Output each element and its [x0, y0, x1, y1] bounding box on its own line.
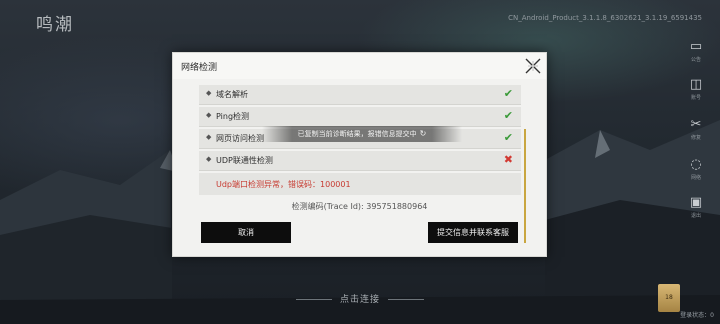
check-ok-icon: ✔ [503, 109, 513, 122]
exit-icon: ▣ [689, 195, 703, 210]
check-fail-icon: ✖ [503, 153, 513, 166]
close-icon[interactable] [523, 56, 543, 76]
tap-to-connect-hint[interactable]: 点击连接 [0, 292, 720, 305]
list-scrollbar[interactable] [524, 129, 526, 243]
repair-icon: ✂ [690, 117, 702, 132]
toast-message: 已复制当前诊断结果，报错信息提交中 [297, 130, 417, 138]
bullet-icon: ◆ [206, 89, 212, 97]
check-label: 网页访问检测 [216, 134, 264, 143]
network-button[interactable]: ◌ 网络 [686, 158, 706, 184]
account-button[interactable]: ◫ 账号 [686, 78, 706, 104]
check-label: UDP联通性检测 [216, 156, 273, 165]
announcement-icon: ▭ [689, 39, 703, 54]
account-icon: ◫ [689, 77, 703, 92]
loading-spinner-icon: ↻ [419, 129, 427, 138]
age-rating-badge: 18 [658, 284, 680, 312]
bullet-icon: ◆ [206, 133, 212, 141]
repair-caption: 修复 [690, 135, 701, 141]
exit-button[interactable]: ▣ 退出 [686, 196, 706, 222]
hint-line-left [295, 299, 332, 300]
tap-to-connect-label: 点击连接 [339, 295, 380, 305]
dialog-title: 网络检测 [181, 63, 218, 73]
network-check-dialog: 网络检测 ◆ 域名解析 ✔ ◆ Ping检测 ✔ ◆ 网页访问检测 ✔ ◆ UD… [172, 52, 547, 257]
check-item-ping: ◆ Ping检测 ✔ [199, 107, 521, 127]
copy-result-toast: 已复制当前诊断结果，报错信息提交中 ↻ [262, 126, 462, 142]
exit-caption: 退出 [690, 213, 701, 219]
hint-line-right [388, 299, 424, 300]
network-icon: ◌ [690, 157, 702, 172]
bullet-icon: ◆ [206, 111, 212, 119]
check-ok-icon: ✔ [503, 131, 513, 144]
submit-and-contact-support-button[interactable]: 提交信息并联系客服 [428, 222, 518, 243]
check-item-udp: ◆ UDP联通性检测 ✖ [199, 151, 521, 171]
login-status-label: 登录状态：0 [680, 312, 714, 319]
announcement-button[interactable]: ▭ 公告 [686, 40, 706, 66]
repair-button[interactable]: ✂ 修复 [686, 118, 706, 144]
announcement-caption: 公告 [690, 57, 701, 63]
error-detail-box: Udp端口检测异常，错误码：100001 [199, 173, 521, 195]
bullet-icon: ◆ [206, 155, 212, 163]
check-ok-icon: ✔ [503, 87, 513, 100]
game-logo: 鸣潮 [36, 15, 74, 35]
version-label: CN_Android_Product_3.1.1.8_6302621_3.1.1… [508, 14, 702, 22]
account-caption: 账号 [690, 95, 701, 101]
check-label: 域名解析 [216, 90, 248, 99]
cancel-button[interactable]: 取消 [201, 222, 291, 243]
scrollbar-thumb[interactable] [524, 129, 526, 243]
check-item-dns: ◆ 域名解析 ✔ [199, 85, 521, 105]
trace-id-label: 检测编码(Trace Id): 395751880964 [291, 202, 428, 211]
dialog-header: 网络检测 [173, 53, 546, 79]
error-message: Udp端口检测异常，错误码：100001 [216, 180, 351, 189]
network-caption: 网络 [690, 175, 701, 181]
check-label: Ping检测 [216, 112, 250, 121]
